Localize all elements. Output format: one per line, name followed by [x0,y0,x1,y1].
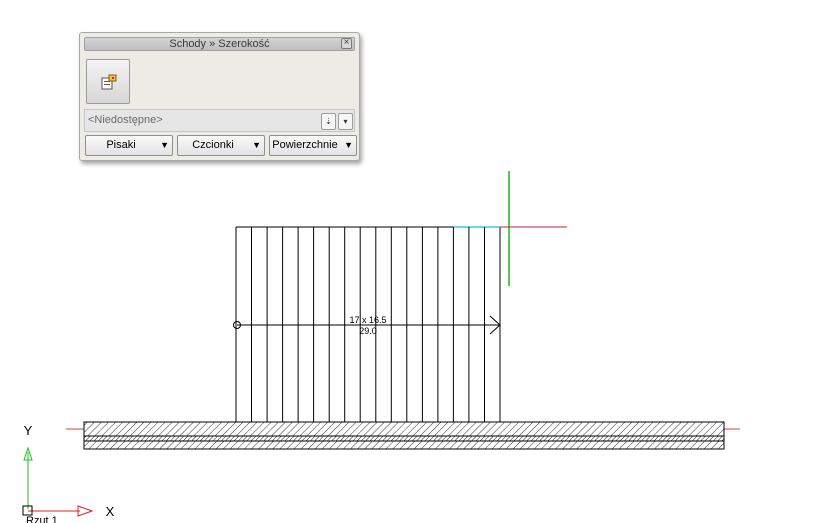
cursor-crosshair [500,171,567,286]
view-label: Rzut 1 [26,515,58,523]
axis-indicator [22,446,94,517]
y-axis-label: Y [24,423,33,438]
stair-dimension-label: 17 x 16.5 [349,315,386,325]
stair-going-label: 29.0 [359,326,377,336]
x-axis-label: X [106,504,115,519]
floor-slab [66,421,740,450]
x-arrow-icon [77,505,94,517]
drawing-canvas[interactable]: 17 x 16.5 29.0 Y X Rzut 1 [0,0,832,523]
